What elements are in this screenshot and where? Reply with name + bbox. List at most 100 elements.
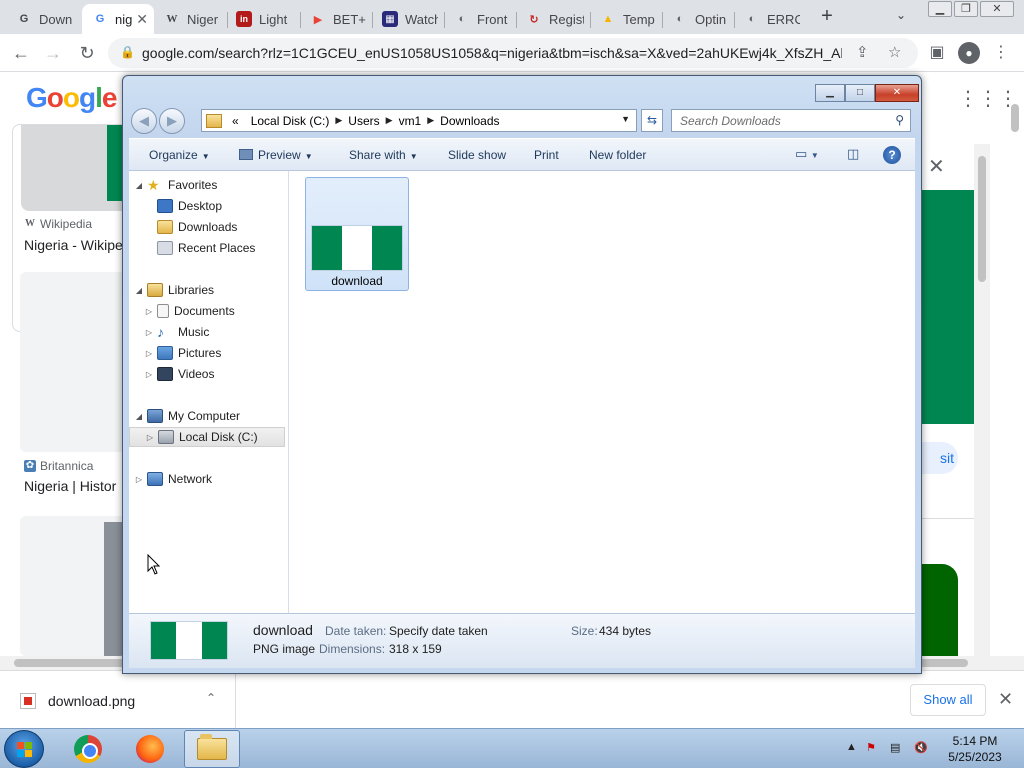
expand-arrow-icon[interactable]: ▷: [143, 307, 155, 316]
tab-nigeria-wikipedia[interactable]: W Niger: [154, 4, 226, 34]
tab-front[interactable]: ◐ Front: [444, 4, 516, 34]
image-result-thumbnail[interactable]: [20, 516, 126, 656]
tab-watch[interactable]: ▦ Watch: [372, 4, 444, 34]
taskbar-chrome[interactable]: [60, 730, 116, 768]
new-folder-button[interactable]: New folder: [589, 148, 646, 162]
expand-arrow-icon[interactable]: ▷: [143, 328, 155, 337]
breadcrumb-users[interactable]: Users: [348, 114, 379, 128]
explorer-minimize-button[interactable]: ▁: [815, 84, 845, 102]
result-thumbnail[interactable]: [21, 125, 129, 211]
tab-nigeria-search[interactable]: G nig ✕: [82, 4, 154, 34]
start-button[interactable]: [4, 730, 44, 768]
explorer-close-button[interactable]: ✕: [875, 84, 919, 102]
taskbar-explorer[interactable]: [184, 730, 240, 768]
collapse-arrow-icon[interactable]: ◢: [133, 412, 145, 421]
download-filename[interactable]: download.png: [48, 693, 135, 709]
result-title[interactable]: Nigeria | Histor: [24, 478, 116, 494]
nav-recent-places[interactable]: Recent Places: [143, 238, 255, 258]
preview-scrollbar[interactable]: [974, 144, 990, 664]
tab-register[interactable]: ↻ Regist: [516, 4, 590, 34]
nav-videos[interactable]: ▷ Videos: [143, 364, 214, 384]
explorer-search-input[interactable]: Search Downloads ⚲: [671, 109, 911, 132]
explorer-back-icon[interactable]: ◀: [131, 108, 157, 134]
taskbar-firefox[interactable]: [122, 730, 178, 768]
nav-libraries[interactable]: ◢ Libraries: [133, 280, 214, 300]
chevron-up-icon[interactable]: ⌃: [206, 691, 216, 705]
help-icon[interactable]: ?: [883, 146, 901, 164]
expand-arrow-icon[interactable]: ▷: [143, 349, 155, 358]
explorer-forward-icon[interactable]: ▶: [159, 108, 185, 134]
details-date-value[interactable]: Specify date taken: [389, 624, 488, 638]
nav-favorites[interactable]: ◢ ★ Favorites: [133, 175, 217, 195]
explorer-refresh-icon[interactable]: ⇆: [641, 109, 663, 132]
share-with-button[interactable]: Share with ▼: [349, 148, 418, 162]
action-center-icon[interactable]: ⚑: [866, 741, 876, 754]
file-label[interactable]: download: [306, 274, 408, 288]
breadcrumb-downloads[interactable]: Downloads: [440, 114, 499, 128]
address-dropdown-icon[interactable]: ▼: [621, 114, 630, 124]
side-panel-icon[interactable]: ▣: [926, 42, 948, 64]
url-text[interactable]: google.com/search?rlz=1C1GCEU_enUS1058US…: [142, 45, 842, 61]
expand-arrow-icon[interactable]: ▷: [144, 433, 156, 442]
explorer-address-bar[interactable]: « Local Disk (C:) ▶ Users ▶ vm1 ▶ Downlo…: [201, 109, 637, 132]
breadcrumb-vm1[interactable]: vm1: [399, 114, 422, 128]
nav-music[interactable]: ▷ ♪ Music: [143, 322, 209, 342]
preview-close-icon[interactable]: ✕: [928, 154, 945, 179]
print-button[interactable]: Print: [534, 148, 559, 162]
slide-show-button[interactable]: Slide show: [448, 148, 506, 162]
page-scrollbar[interactable]: [1008, 100, 1022, 670]
tab-bet-plus[interactable]: ▶ BET+: [300, 4, 372, 34]
collapse-arrow-icon[interactable]: ◢: [133, 181, 145, 190]
close-window-button[interactable]: ✕: [980, 1, 1014, 17]
tab-close-icon[interactable]: ✕: [136, 11, 148, 28]
reload-icon[interactable]: ↻: [74, 40, 100, 66]
collapse-arrow-icon[interactable]: ◢: [133, 286, 145, 295]
nav-network[interactable]: ▷ Network: [133, 469, 212, 489]
back-arrow-icon[interactable]: ←: [8, 40, 34, 66]
breadcrumb-arrow-icon[interactable]: ▶: [427, 115, 434, 126]
file-download-png[interactable]: download: [305, 177, 409, 291]
address-bar[interactable]: 🔒 google.com/search?rlz=1C1GCEU_enUS1058…: [108, 38, 918, 68]
close-downloads-bar-icon[interactable]: ✕: [998, 689, 1013, 710]
visit-button[interactable]: sit: [918, 442, 958, 474]
menu-kebab-icon[interactable]: ⋮: [990, 42, 1012, 64]
image-result-thumbnail[interactable]: [20, 272, 126, 452]
new-tab-button[interactable]: +: [816, 6, 838, 28]
show-hidden-icons-icon[interactable]: ▲: [846, 741, 857, 753]
bookmark-star-icon[interactable]: ☆: [888, 43, 901, 61]
nav-downloads[interactable]: Downloads: [143, 217, 237, 237]
preview-image[interactable]: [922, 190, 974, 424]
organize-button[interactable]: Organize ▼: [149, 148, 210, 162]
system-clock[interactable]: 5:14 PM 5/25/2023: [940, 733, 1010, 765]
network-tray-icon[interactable]: ▤: [890, 741, 900, 754]
result-title[interactable]: Nigeria - Wikipe: [24, 237, 123, 253]
preview-button[interactable]: Preview ▼: [239, 148, 313, 162]
change-view-icon[interactable]: ▭ ▼: [795, 146, 819, 162]
nav-desktop[interactable]: Desktop: [143, 196, 222, 216]
breadcrumb-overflow[interactable]: «: [232, 114, 239, 128]
tab-light[interactable]: in Light: [226, 4, 300, 34]
expand-arrow-icon[interactable]: ▷: [133, 475, 145, 484]
navigation-pane[interactable]: ◢ ★ Favorites Desktop Downloads Recent P…: [129, 171, 289, 613]
search-icon[interactable]: ⚲: [895, 113, 904, 127]
breadcrumb-local-disk[interactable]: Local Disk (C:): [251, 114, 330, 128]
explorer-maximize-button[interactable]: □: [845, 84, 875, 102]
maximize-button[interactable]: ❐: [954, 1, 978, 17]
nav-pictures[interactable]: ▷ Pictures: [143, 343, 221, 363]
related-image[interactable]: [922, 564, 958, 664]
show-all-button[interactable]: Show all: [910, 684, 986, 716]
tab-search-chevron-icon[interactable]: ⌄: [896, 8, 906, 22]
google-logo[interactable]: Google: [26, 82, 117, 114]
forward-arrow-icon[interactable]: →: [40, 40, 66, 66]
nav-documents[interactable]: ▷ Documents: [143, 301, 235, 321]
share-icon[interactable]: ⇪: [856, 43, 869, 61]
nav-local-disk[interactable]: ▷ Local Disk (C:): [129, 427, 285, 447]
file-list[interactable]: download: [289, 171, 915, 613]
preview-pane-icon[interactable]: ◫: [847, 146, 859, 162]
breadcrumb-arrow-icon[interactable]: ▶: [335, 115, 342, 126]
tab-downloads[interactable]: G Down: [6, 4, 82, 34]
tab-optin[interactable]: ◐ Optin: [662, 4, 734, 34]
lock-icon[interactable]: 🔒: [120, 45, 135, 59]
minimize-button[interactable]: ▁: [928, 1, 952, 17]
breadcrumb-arrow-icon[interactable]: ▶: [386, 115, 393, 126]
